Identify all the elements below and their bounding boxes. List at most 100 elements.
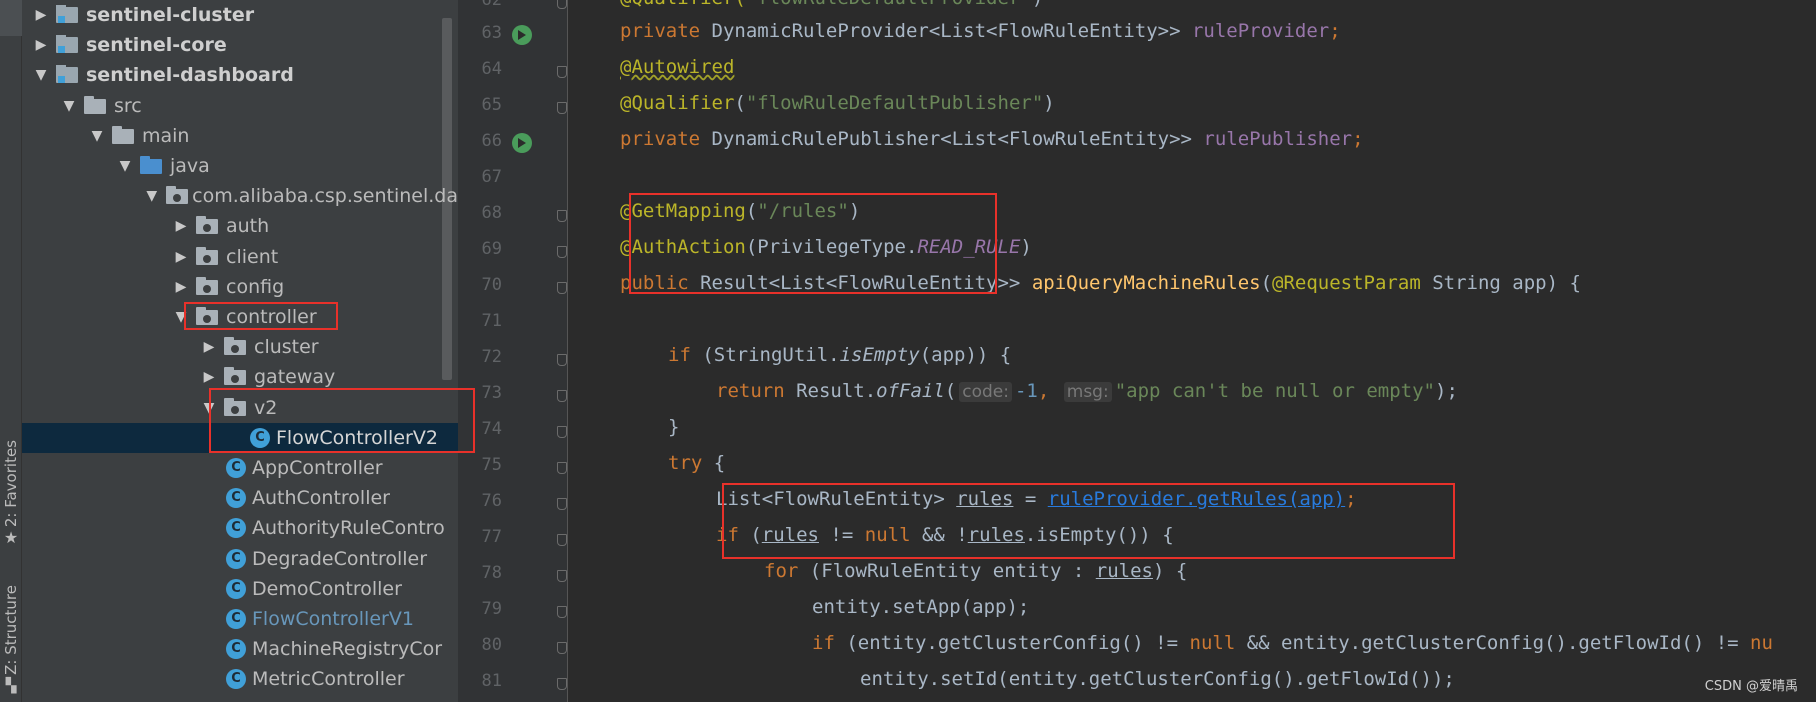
tree-item-java[interactable]: ▼ java [22,151,458,181]
tree-item-authorityrulecontro[interactable]: ▶AuthorityRuleContro [22,513,458,543]
tree-item-metriccontroller[interactable]: ▶MetricController [22,664,458,694]
line-number: 65 [481,95,502,115]
tree-item-src[interactable]: ▼ src [22,91,458,121]
tree-item-label: AppController [252,457,383,479]
expanded-arrow-icon[interactable]: ▼ [88,128,106,144]
code-editor[interactable]: 62 63 64 65 66 67 68 69 70 71 72 73 74 75 76 77 78 79 80 81… [458,0,1816,702]
line-number: 68 [481,203,502,223]
fold-marker-icon[interactable] [557,642,567,654]
fold-marker-icon[interactable] [557,390,567,402]
project-tool-button[interactable] [0,0,22,36]
tree-item-client[interactable]: ▶ client [22,242,458,272]
line-number: 69 [481,239,502,259]
line-number: 76 [481,491,502,511]
tree-item-sentinel-core[interactable]: ▶ sentinel-core [22,30,458,60]
tree-item-degradecontroller[interactable]: ▶DegradeController [22,544,458,574]
tree-item-label: src [114,94,142,117]
code-line-63[interactable]: private DynamicRuleProvider<List<FlowRul… [620,20,1341,42]
tree-item-label: DegradeController [252,547,428,570]
fold-marker-icon[interactable] [557,102,567,114]
tree-item-label: AuthController [252,487,390,510]
tree-item-label: sentinel-core [86,34,227,57]
tree-item-config[interactable]: ▶ config [22,272,458,302]
fold-marker-icon[interactable] [557,462,567,474]
expanded-arrow-icon[interactable]: ▼ [60,98,78,114]
tree-item-label: AuthorityRuleContro [252,517,445,540]
param-hint-code: code: [959,382,1012,402]
tree-item-label: MetricController [252,668,405,691]
collapsed-arrow-icon[interactable]: ▶ [172,249,190,265]
tree-item-auth[interactable]: ▶ auth [22,211,458,241]
collapsed-arrow-icon[interactable]: ▶ [200,339,218,355]
code-line-78[interactable]: for (FlowRuleEntity entity : rules) { [764,560,1187,582]
code-line-73[interactable]: return Result.ofFail(code: -1, msg: "app c… [716,380,1458,402]
tree-item-appcontroller[interactable]: ▶AppController [22,453,458,483]
fold-marker-icon[interactable] [557,678,567,690]
class-icon [226,548,246,569]
editor-gutter: 62 63 64 65 66 67 68 69 70 71 72 73 74 75 76 77 78 79 80 81 [458,0,568,702]
fold-marker-icon[interactable] [557,282,567,294]
collapsed-arrow-icon[interactable]: ▶ [32,7,50,23]
line-number: 75 [481,455,502,475]
fold-marker-icon[interactable] [557,66,567,78]
line-number: 63 [481,23,502,43]
bean-injection-icon[interactable] [512,25,532,45]
line-number: 71 [481,311,502,331]
fold-marker-icon[interactable] [557,210,567,222]
fold-marker-icon[interactable] [557,354,567,366]
tree-item-sentinel-dashboard[interactable]: ▼ sentinel-dashboard [22,60,458,90]
favorites-tab[interactable]: 2: Favorites ★ [0,440,22,547]
code-line-72[interactable]: if (StringUtil.isEmpty(app)) { [668,344,1011,366]
fold-marker-icon[interactable] [557,570,567,582]
bean-injection-icon[interactable] [512,133,532,153]
code-line-80[interactable]: if (entity.getClusterConfig() != null &&… [812,632,1773,654]
code-line-62[interactable]: @Qualifier("flowRuleDefaultProvider") [620,0,1043,9]
tree-item-com-alibaba-csp-sentinel-da[interactable]: ▼ com.alibaba.csp.sentinel.da [22,181,458,211]
tree-item-label: auth [226,215,270,238]
tree-item-democontroller[interactable]: ▶DemoController [22,574,458,604]
collapsed-arrow-icon[interactable]: ▶ [172,279,190,295]
code-line-66[interactable]: private DynamicRulePublisher<List<FlowRu… [620,128,1364,150]
package-icon [196,276,220,297]
code-line-79[interactable]: entity.setApp(app); [812,596,1029,618]
highlight-box-v2-package [209,388,475,453]
code-line-74[interactable]: } [668,416,679,438]
fold-marker-icon[interactable] [557,426,567,438]
structure-tab-label: Z: Structure [2,585,20,675]
code-line-75[interactable]: try { [668,452,725,474]
collapsed-arrow-icon[interactable]: ▶ [200,369,218,385]
fold-marker-icon[interactable] [557,0,567,9]
tree-item-authcontroller[interactable]: ▶AuthController [22,483,458,513]
tree-item-cluster[interactable]: ▶ cluster [22,332,458,362]
fold-marker-icon[interactable] [557,498,567,510]
class-icon [226,669,246,690]
class-icon [226,518,246,539]
package-icon [165,186,188,206]
code-line-65[interactable]: @Qualifier("flowRuleDefaultPublisher") [620,92,1055,114]
expanded-arrow-icon[interactable]: ▼ [116,158,134,174]
line-number: 72 [481,347,502,367]
collapsed-arrow-icon[interactable]: ▶ [32,37,50,53]
class-icon [226,639,246,660]
expanded-arrow-icon[interactable]: ▼ [144,188,160,204]
code-line-81[interactable]: entity.setId(entity.getClusterConfig().g… [860,668,1455,690]
tree-item-main[interactable]: ▼ main [22,121,458,151]
expanded-arrow-icon[interactable]: ▼ [32,67,50,83]
project-tree[interactable]: ▶ sentinel-cluster ▶ sentinel-core ▼ sentinel… [22,0,458,702]
fold-marker-icon[interactable] [557,534,567,546]
collapsed-arrow-icon[interactable]: ▶ [172,218,190,234]
class-icon [226,488,246,509]
fold-marker-icon[interactable] [557,246,567,258]
fold-marker-icon[interactable] [557,606,567,618]
line-number: 79 [481,599,502,619]
tree-item-label: gateway [254,366,336,389]
tree-item-label: config [226,275,285,298]
tree-item-machineregistrycor[interactable]: ▶MachineRegistryCor [22,634,458,664]
tree-item-sentinel-cluster[interactable]: ▶ sentinel-cluster [22,0,458,30]
line-number: 78 [481,563,502,583]
tree-item-flowcontrollerv1[interactable]: ▶FlowControllerV1 [22,604,458,634]
tree-item-label: MachineRegistryCor [252,638,443,661]
highlight-box-mapping-annotations [629,193,997,294]
structure-tab[interactable]: Z: Structure ▚ [0,585,22,695]
code-line-64[interactable]: @Autowired [620,56,734,78]
